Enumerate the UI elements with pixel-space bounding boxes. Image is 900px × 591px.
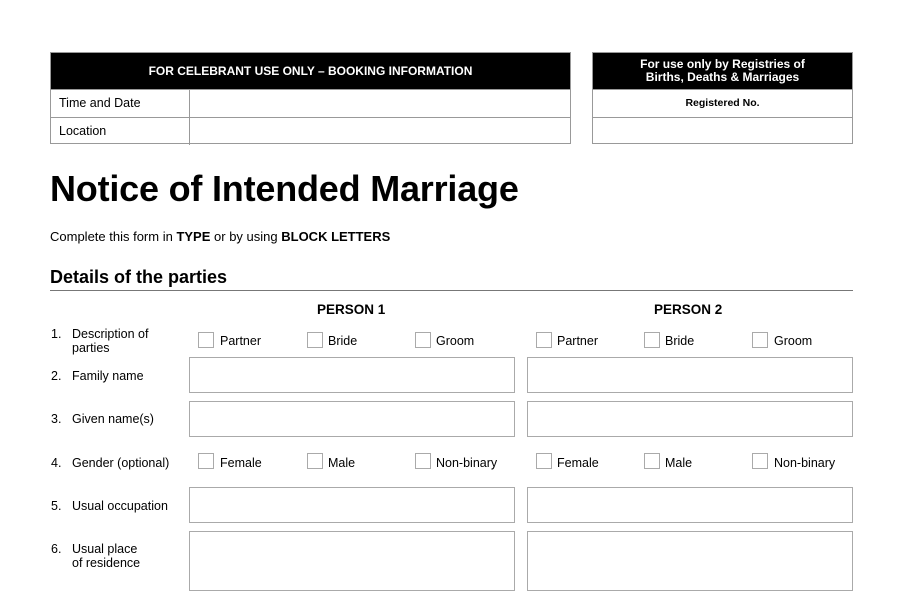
person1-given-names-input[interactable] (189, 401, 515, 437)
question-number: 6. (51, 542, 62, 556)
registry-header-line2: Births, Deaths & Marriages (645, 70, 800, 84)
person2-female-checkbox[interactable] (536, 453, 552, 469)
person-1-header: PERSON 1 (317, 302, 386, 317)
person2-partner-label: Partner (557, 334, 598, 348)
time-date-label: Time and Date (51, 90, 190, 117)
question-label-family-name: Family name (72, 369, 144, 383)
question-number: 1. (51, 327, 62, 341)
question-label-gender: Gender (optional) (72, 456, 170, 470)
label-line: of residence (72, 556, 141, 570)
person1-groom-checkbox[interactable] (415, 332, 431, 348)
person1-partner-label: Partner (220, 334, 261, 348)
page-title: Notice of Intended Marriage (50, 168, 519, 209)
registry-use-box: For use only by Registries of Births, De… (592, 52, 853, 144)
person2-family-name-input[interactable] (527, 357, 853, 393)
registered-no-label: Registered No. (685, 97, 760, 109)
location-label: Location (51, 118, 190, 145)
person2-residence-input[interactable] (527, 531, 853, 591)
question-label-description: Description of parties (72, 327, 148, 355)
question-label-occupation: Usual occupation (72, 499, 168, 513)
time-date-row: Time and Date (51, 89, 570, 117)
person1-occupation-input[interactable] (189, 487, 515, 523)
person1-nonbinary-label: Non-binary (436, 456, 498, 470)
person2-nonbinary-label: Non-binary (774, 456, 836, 470)
person2-bride-checkbox[interactable] (644, 332, 660, 348)
registered-no-label-row: Registered No. (593, 89, 852, 117)
person2-given-names-input[interactable] (527, 401, 853, 437)
person2-male-checkbox[interactable] (644, 453, 660, 469)
question-number: 2. (51, 369, 62, 383)
instructions-text-2: or by using (210, 229, 282, 244)
person1-partner-checkbox[interactable] (198, 332, 214, 348)
person1-groom-label: Groom (436, 334, 475, 348)
section-heading: Details of the parties (50, 267, 228, 287)
question-number: 4. (51, 456, 62, 470)
person1-bride-checkbox[interactable] (307, 332, 323, 348)
person1-male-label: Male (328, 456, 356, 470)
person-2-header: PERSON 2 (654, 302, 723, 317)
person2-occupation-input[interactable] (527, 487, 853, 523)
person1-residence-input[interactable] (189, 531, 515, 591)
registry-box-header: For use only by Registries of Births, De… (593, 53, 852, 89)
person2-nonbinary-checkbox[interactable] (752, 453, 768, 469)
person2-groom-label: Groom (774, 334, 813, 348)
person2-bride-label: Bride (665, 334, 695, 348)
person1-family-name-input[interactable] (189, 357, 515, 393)
location-row: Location (51, 117, 570, 145)
person1-female-label: Female (220, 456, 262, 470)
celebrant-box-header: FOR CELEBRANT USE ONLY – BOOKING INFORMA… (51, 53, 570, 89)
registered-no-field[interactable] (593, 117, 852, 145)
person1-male-checkbox[interactable] (307, 453, 323, 469)
celebrant-booking-box: FOR CELEBRANT USE ONLY – BOOKING INFORMA… (50, 52, 571, 145)
time-date-field[interactable] (190, 90, 570, 117)
instructions-text-1: Complete this form in (50, 229, 177, 244)
person1-bride-label: Bride (328, 334, 358, 348)
question-number: 5. (51, 499, 62, 513)
label-line: Description of (72, 327, 149, 341)
person2-female-label: Female (557, 456, 599, 470)
question-number: 3. (51, 412, 62, 426)
instructions-type: TYPE (176, 229, 211, 244)
person1-female-checkbox[interactable] (198, 453, 214, 469)
person2-partner-checkbox[interactable] (536, 332, 552, 348)
label-line: parties (72, 341, 110, 355)
question-label-given-names: Given name(s) (72, 412, 154, 426)
instructions-block-letters: BLOCK LETTERS (281, 229, 391, 244)
person2-male-label: Male (665, 456, 693, 470)
person1-nonbinary-checkbox[interactable] (415, 453, 431, 469)
question-label-residence: Usual place of residence (72, 542, 140, 570)
location-field[interactable] (190, 118, 570, 145)
section-divider (50, 290, 853, 291)
label-line: Usual place (72, 542, 138, 556)
person2-groom-checkbox[interactable] (752, 332, 768, 348)
form-instructions: Complete this form in TYPE or by using B… (50, 229, 390, 244)
